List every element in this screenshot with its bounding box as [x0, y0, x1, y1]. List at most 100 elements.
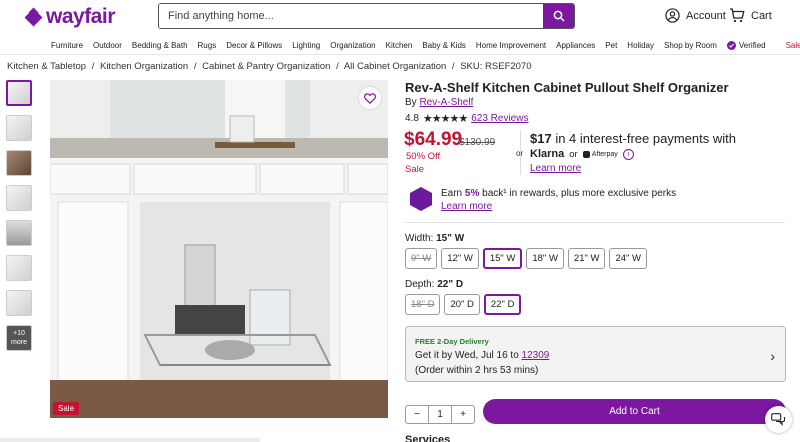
section-divider — [405, 222, 785, 223]
thumbnail[interactable] — [6, 80, 32, 106]
afterpay-logo: Afterpay — [582, 150, 618, 158]
free-delivery-tag: FREE 2-Day Delivery — [415, 337, 489, 346]
services-heading: Services — [405, 434, 451, 442]
nav-item[interactable]: Home Improvement — [476, 41, 546, 50]
search-icon — [553, 10, 565, 22]
installment-text: $17 in 4 interest-free payments with — [530, 131, 736, 146]
nav-item[interactable]: Lighting — [292, 41, 320, 50]
percent-off: 50% Off — [406, 151, 441, 162]
breadcrumb-link[interactable]: Kitchen Organization — [100, 61, 188, 72]
width-option[interactable]: 18" W — [526, 248, 564, 269]
thumbnail[interactable] — [6, 115, 32, 141]
thumbnail[interactable] — [6, 185, 32, 211]
thumbnail[interactable] — [6, 220, 32, 246]
logo-mark-icon — [24, 7, 43, 27]
sale-badge: Sale — [53, 402, 80, 415]
delivery-estimate: Get it by Wed, Jul 16 to 12309 — [415, 350, 549, 361]
depth-option[interactable]: 20" D — [444, 294, 480, 315]
thumbnail[interactable] — [6, 290, 32, 316]
account-button[interactable]: Account — [665, 8, 726, 23]
rewards-earn: Earn — [441, 188, 463, 199]
nav-item[interactable]: Appliances — [556, 41, 595, 50]
depth-selected-value: 22" D — [437, 279, 464, 290]
verified-badge-icon — [726, 41, 736, 50]
width-label-text: Width: — [405, 233, 434, 244]
nav-item[interactable]: Bedding & Bath — [132, 41, 188, 50]
account-icon — [665, 8, 680, 23]
favorite-button[interactable] — [359, 87, 381, 109]
rewards-description: back¹ in rewards, plus more exclusive pe… — [479, 188, 677, 199]
breadcrumb-separator: / — [91, 61, 95, 72]
rewards-percent: 5% — [464, 188, 480, 199]
nav-item[interactable]: Holiday — [627, 41, 654, 50]
depth-option-selected[interactable]: 22" D — [483, 294, 522, 315]
breadcrumb-link[interactable]: Cabinet & Pantry Organization — [202, 61, 330, 72]
nav-item-verified[interactable]: Verified — [726, 41, 776, 50]
decrease-quantity-button[interactable]: − — [406, 409, 428, 420]
breadcrumb-separator: / — [336, 61, 339, 72]
nav-item[interactable]: Organization — [330, 41, 375, 50]
product-main-image[interactable]: Sale — [50, 80, 388, 418]
zip-code-link[interactable]: 12309 — [522, 350, 550, 361]
product-title: Rev-A-Shelf Kitchen Cabinet Pullout Shel… — [405, 80, 729, 95]
breadcrumb: Kitchen & Tabletop / Kitchen Organizatio… — [7, 61, 535, 72]
delivery-card[interactable]: FREE 2-Day Delivery Get it by Wed, Jul 1… — [405, 326, 786, 382]
brand-link[interactable]: Rev-A-Shelf — [419, 97, 473, 108]
nav-item[interactable]: Kitchen — [386, 41, 413, 50]
chat-button[interactable] — [765, 406, 792, 433]
rewards-banner: Earn 5% back¹ in rewards, plus more excl… — [410, 187, 676, 213]
reviews-link[interactable]: 623 Reviews — [471, 113, 528, 124]
product-byline: By Rev-A-Shelf — [405, 97, 473, 108]
depth-label: Depth: 22" D — [405, 279, 463, 290]
afterpay-label: Afterpay — [591, 150, 618, 158]
nav-item[interactable]: Baby & Kids — [422, 41, 466, 50]
rating-value: 4.8 — [405, 113, 419, 124]
installment-description: in 4 interest-free payments with — [551, 131, 736, 146]
klarna-logo: Klarna — [530, 148, 565, 160]
width-options: 9" W 12" W 15" W 18" W 21" W 24" W — [405, 248, 647, 269]
search-bar — [158, 3, 575, 29]
more-thumbnails-button[interactable]: +10 more — [6, 325, 32, 351]
search-button[interactable] — [543, 4, 574, 28]
breadcrumb-link[interactable]: All Cabinet Organization — [344, 61, 446, 72]
depth-label-text: Depth: — [405, 279, 435, 290]
financing-learn-more-link[interactable]: Learn more — [530, 163, 581, 174]
cart-icon — [730, 8, 745, 23]
depth-option[interactable]: 18" D — [405, 294, 441, 315]
star-rating-icon: ★★★★★ — [422, 113, 468, 125]
delivery-date-text: Get it by Wed, Jul 16 to — [415, 350, 522, 361]
breadcrumb-sku: SKU: RSEF2070 — [460, 61, 532, 72]
width-option[interactable]: 9" W — [405, 248, 438, 269]
rewards-gem-icon — [410, 187, 432, 211]
info-icon[interactable]: i — [622, 148, 634, 160]
nav-item[interactable]: Outdoor — [93, 41, 122, 50]
width-option[interactable]: 12" W — [441, 248, 479, 269]
increase-quantity-button[interactable]: + — [452, 409, 474, 420]
cart-button[interactable]: Cart — [729, 8, 772, 23]
nav-item[interactable]: Pet — [605, 41, 617, 50]
or-label: or — [516, 149, 524, 158]
nav-item[interactable]: Shop by Room — [664, 41, 717, 50]
browser-status-bar — [0, 438, 260, 442]
breadcrumb-separator: / — [193, 61, 197, 72]
pay-later-providers: Klarna or Afterpay i — [530, 148, 634, 160]
width-option[interactable]: 24" W — [609, 248, 647, 269]
nav-item[interactable]: Decor & Pillows — [226, 41, 282, 50]
breadcrumb-link[interactable]: Kitchen & Tabletop — [7, 61, 86, 72]
nav-item-sale[interactable]: Sale — [786, 41, 800, 50]
width-option[interactable]: 21" W — [567, 248, 606, 269]
quantity-value[interactable]: 1 — [428, 406, 452, 423]
afterpay-icon — [582, 150, 590, 158]
chevron-right-icon: › — [770, 348, 775, 364]
cart-label: Cart — [751, 9, 772, 22]
thumbnail[interactable] — [6, 150, 32, 176]
rewards-learn-more-link[interactable]: Learn more — [441, 201, 492, 212]
nav-verified-label: Verified — [738, 41, 766, 50]
width-option-selected[interactable]: 15" W — [482, 248, 523, 269]
search-input[interactable] — [159, 4, 543, 28]
wayfair-logo[interactable]: wayfair — [24, 5, 115, 29]
nav-item[interactable]: Rugs — [198, 41, 217, 50]
add-to-cart-button[interactable]: Add to Cart — [483, 399, 786, 424]
thumbnail[interactable] — [6, 255, 32, 281]
nav-item[interactable]: Furniture — [51, 41, 83, 50]
